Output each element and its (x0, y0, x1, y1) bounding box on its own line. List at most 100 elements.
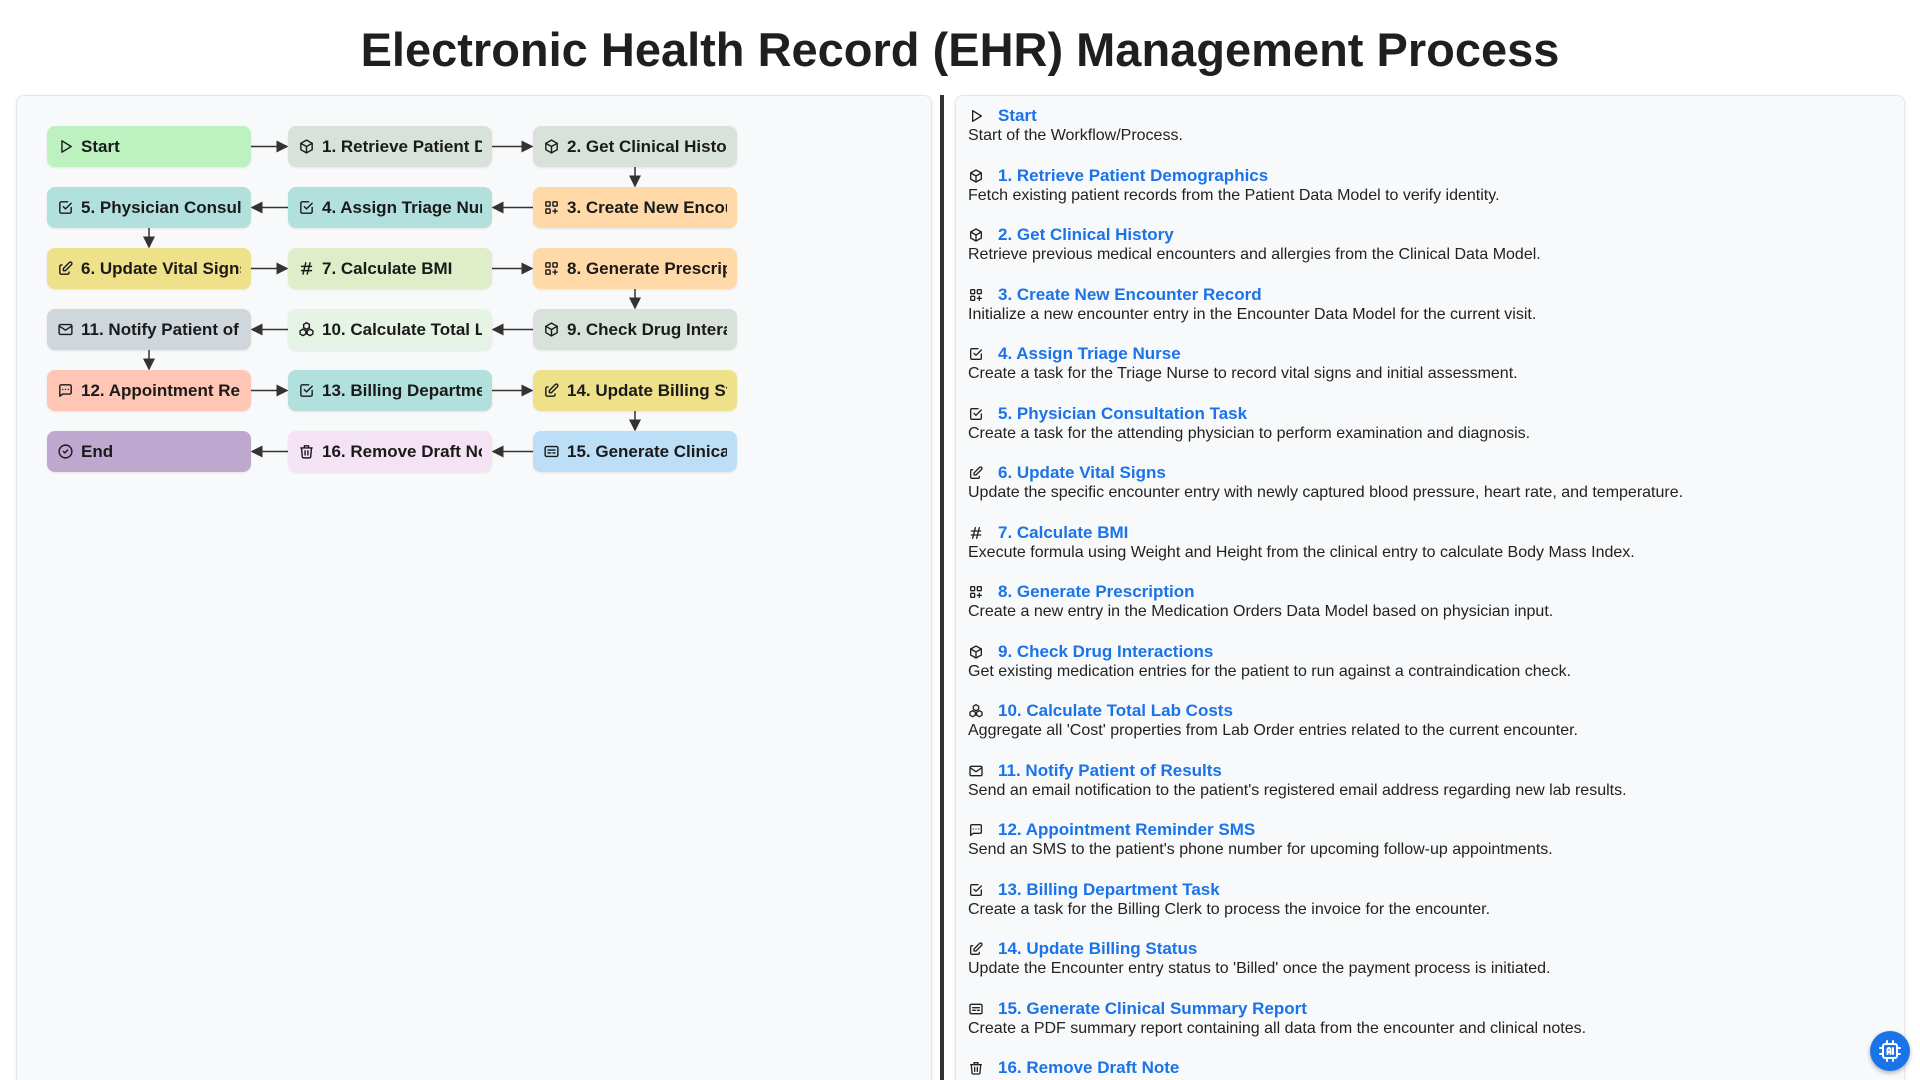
detail-link[interactable]: 10. Calculate Total Lab Costs (998, 701, 1233, 721)
trash-icon (968, 1060, 984, 1076)
detail-entry: 10. Calculate Total Lab Costs Aggregate a… (968, 701, 1888, 740)
cube-icon (543, 138, 560, 155)
flow-node-label: 6. Update Vital Signs (81, 258, 241, 278)
flow-node-s11[interactable]: 11. Notify Patient of Results (47, 309, 251, 350)
flow-node-label: 12. Appointment Reminder SMS (81, 380, 241, 400)
flow-node-s5[interactable]: 5. Physician Consultation Task (47, 187, 251, 228)
flow-node-s2[interactable]: 2. Get Clinical History (533, 126, 737, 167)
detail-description: Fetch existing patient records from the … (968, 186, 1500, 204)
flow-node-end[interactable]: End (47, 431, 251, 472)
detail-header: 6. Update Vital Signs (968, 463, 1888, 483)
checkbox-icon (298, 382, 315, 399)
cubes-icon (968, 703, 984, 719)
flow-node-s3[interactable]: 3. Create New Encounter Record (533, 187, 737, 228)
detail-header: 7. Calculate BMI (968, 523, 1888, 543)
detail-header: 10. Calculate Total Lab Costs (968, 701, 1888, 721)
detail-header: 15. Generate Clinical Summary Report (968, 999, 1888, 1019)
edit-icon (543, 382, 560, 399)
detail-header: 9. Check Drug Interactions (968, 642, 1888, 662)
detail-entry: 14. Update Billing Status Update the Enco… (968, 939, 1888, 978)
detail-link[interactable]: 16. Remove Draft Note (998, 1058, 1179, 1078)
flow-node-s9[interactable]: 9. Check Drug Interactions (533, 309, 737, 350)
panel-splitter[interactable] (940, 95, 944, 1080)
flow-node-s6[interactable]: 6. Update Vital Signs (47, 248, 251, 289)
flow-node-s1[interactable]: 1. Retrieve Patient Demographics (288, 126, 492, 167)
detail-header: 4. Assign Triage Nurse (968, 344, 1888, 364)
detail-description: Create a new entry in the Medication Ord… (968, 603, 1554, 620)
checkbox-icon (968, 406, 984, 422)
flow-node-label: 5. Physician Consultation Task (81, 197, 241, 217)
detail-link[interactable]: 11. Notify Patient of Results (998, 761, 1222, 781)
flow-node-label: 14. Update Billing Status (567, 380, 727, 400)
report-icon (543, 443, 560, 460)
detail-description: Update the specific encounter entry with… (968, 484, 1684, 501)
flow-node-s10[interactable]: 10. Calculate Total Lab Costs (288, 309, 492, 350)
detail-entry: 2. Get Clinical History Retrieve previous… (968, 225, 1888, 264)
detail-description: Initialize a new encounter entry in the … (968, 305, 1537, 323)
grid-plus-icon (543, 199, 560, 216)
flow-node-s16[interactable]: 16. Remove Draft Note (288, 431, 492, 472)
detail-link[interactable]: 1. Retrieve Patient Demographics (998, 166, 1268, 186)
check-circle-icon (57, 443, 74, 460)
detail-header: 5. Physician Consultation Task (968, 404, 1888, 424)
flow-node-s12[interactable]: 12. Appointment Reminder SMS (47, 370, 251, 411)
flow-node-s4[interactable]: 4. Assign Triage Nurse (288, 187, 492, 228)
mail-icon (57, 321, 74, 338)
detail-header: 16. Remove Draft Note (968, 1058, 1888, 1078)
detail-entry: 16. Remove Draft Note (968, 1058, 1888, 1078)
assistant-button[interactable] (1870, 1031, 1910, 1071)
detail-link[interactable]: 9. Check Drug Interactions (998, 642, 1213, 662)
detail-header: 14. Update Billing Status (968, 939, 1888, 959)
flow-node-s13[interactable]: 13. Billing Department Task (288, 370, 492, 411)
detail-header: 1. Retrieve Patient Demographics (968, 166, 1888, 186)
detail-entry: 13. Billing Department Task Create a task… (968, 880, 1888, 919)
message-icon (57, 382, 74, 399)
flow-node-s8[interactable]: 8. Generate Prescription (533, 248, 737, 289)
page-title: Electronic Health Record (EHR) Managemen… (360, 23, 1560, 76)
detail-link[interactable]: 8. Generate Prescription (998, 582, 1195, 602)
flow-node-label: 8. Generate Prescription (567, 258, 727, 278)
detail-link[interactable]: 14. Update Billing Status (998, 939, 1197, 959)
flow-node-start[interactable]: Start (47, 126, 251, 167)
mail-icon (968, 763, 984, 779)
detail-description: Get existing medication entries for the … (968, 662, 1572, 680)
cube-icon (298, 138, 315, 155)
detail-header: 3. Create New Encounter Record (968, 285, 1888, 305)
flow-node-label: 10. Calculate Total Lab Costs (322, 319, 482, 339)
detail-link[interactable]: 12. Appointment Reminder SMS (998, 820, 1255, 840)
cube-icon (968, 227, 984, 243)
message-icon (968, 822, 984, 838)
detail-description: Start of the Workflow/Process. (968, 127, 1183, 144)
flow-node-label: 13. Billing Department Task (322, 380, 482, 400)
checkbox-icon (298, 199, 315, 216)
detail-link[interactable]: 5. Physician Consultation Task (998, 404, 1247, 424)
flow-node-label: 1. Retrieve Patient Demographics (322, 136, 482, 156)
flow-node-s7[interactable]: 7. Calculate BMI (288, 248, 492, 289)
detail-link[interactable]: 13. Billing Department Task (998, 880, 1220, 900)
detail-link[interactable]: 3. Create New Encounter Record (998, 285, 1262, 305)
flow-node-label: 11. Notify Patient of Results (81, 319, 241, 339)
details-panel: Start Start of the Workflow/Process. 1. Re… (955, 95, 1905, 1080)
flow-node-s15[interactable]: 15. Generate Clinical Summary Report (533, 431, 737, 472)
detail-link[interactable]: 7. Calculate BMI (998, 523, 1128, 543)
detail-entry: 7. Calculate BMI Execute formula using We… (968, 523, 1888, 562)
detail-header: 8. Generate Prescription (968, 582, 1888, 602)
play-icon (968, 108, 984, 124)
detail-link[interactable]: 6. Update Vital Signs (998, 463, 1166, 483)
cube-icon (968, 168, 984, 184)
play-icon (57, 138, 74, 155)
detail-link[interactable]: 2. Get Clinical History (998, 225, 1174, 245)
detail-description: Send an SMS to the patient's phone numbe… (968, 841, 1553, 858)
detail-entry: Start Start of the Workflow/Process. (968, 106, 1888, 145)
detail-description: Create a task for the Billing Clerk to p… (968, 900, 1491, 918)
detail-link[interactable]: Start (998, 106, 1037, 126)
detail-link[interactable]: 15. Generate Clinical Summary Report (998, 999, 1307, 1019)
checkbox-icon (968, 346, 984, 362)
grid-plus-icon (968, 287, 984, 303)
detail-entry: 12. Appointment Reminder SMS Send an SMS … (968, 820, 1888, 859)
detail-description: Execute formula using Weight and Height … (968, 543, 1635, 561)
flowchart-panel: Start 1. Retrieve Patient Demographics 2. … (16, 95, 932, 1080)
detail-entry: 6. Update Vital Signs Update the specific… (968, 463, 1888, 502)
flow-node-s14[interactable]: 14. Update Billing Status (533, 370, 737, 411)
detail-link[interactable]: 4. Assign Triage Nurse (998, 344, 1181, 364)
